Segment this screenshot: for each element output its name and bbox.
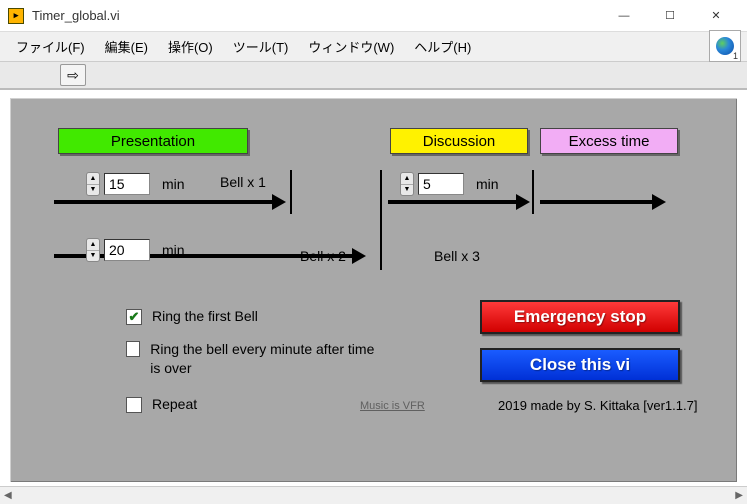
menu-file[interactable]: ファイル(F) [6, 33, 95, 60]
option-repeat: Repeat [126, 396, 197, 413]
menu-window[interactable]: ウィンドウ(W) [298, 33, 404, 60]
ring-first-checkbox[interactable]: ✔ [126, 309, 142, 325]
bell1-spinner[interactable]: ▲▼ [86, 172, 100, 196]
vi-connector-pane-icon[interactable]: 1 [709, 30, 741, 62]
run-arrow-icon: ⇨ [67, 67, 79, 84]
bell2-minutes-control: ▲▼ 20 min [86, 238, 185, 262]
maximize-button[interactable]: ☐ [647, 1, 693, 31]
option-ring-first: ✔ Ring the first Bell [126, 308, 258, 325]
menu-tools[interactable]: ツール(T) [223, 33, 299, 60]
arrow-presentation-bell1 [54, 200, 274, 204]
bell1-label: Bell x 1 [220, 174, 266, 190]
bell2-spinner[interactable]: ▲▼ [86, 238, 100, 262]
phase-excess-label: Excess time [540, 128, 678, 154]
arrow-discussion [388, 200, 518, 204]
globe-badge: 1 [733, 51, 738, 61]
chevron-up-icon: ▲ [87, 239, 99, 251]
phase-discussion-label: Discussion [390, 128, 528, 154]
menu-operate[interactable]: 操作(O) [158, 33, 223, 60]
discussion-unit: min [476, 176, 499, 192]
tick-bell2 [380, 170, 382, 270]
toolbar: ⇨ [0, 62, 747, 90]
bell2-label: Bell x 2 [300, 248, 346, 264]
globe-icon [716, 37, 734, 55]
bell1-minutes-field[interactable]: 15 [104, 173, 150, 195]
scroll-right-icon: ▶ [735, 490, 743, 501]
chevron-up-icon: ▲ [87, 173, 99, 185]
labview-icon: ▸ [8, 8, 24, 24]
discussion-minutes-field[interactable]: 5 [418, 173, 464, 195]
bell2-unit: min [162, 242, 185, 258]
close-vi-button[interactable]: Close this vi [480, 348, 680, 382]
emergency-stop-button[interactable]: Emergency stop [480, 300, 680, 334]
ring-every-minute-checkbox[interactable] [126, 341, 140, 357]
repeat-checkbox[interactable] [126, 397, 142, 413]
phase-presentation-label: Presentation [58, 128, 248, 154]
author-credit: 2019 made by S. Kittaka [ver1.1.7] [498, 398, 697, 413]
ring-every-minute-label: Ring the bell every minute after time is… [150, 340, 386, 378]
ring-first-label: Ring the first Bell [152, 308, 258, 324]
bell1-minutes-control: ▲▼ 15 min [86, 172, 185, 196]
window-buttons: — ☐ ✕ [601, 1, 739, 31]
front-panel: Presentation Discussion Excess time ▲▼ 1… [10, 98, 737, 482]
bell1-unit: min [162, 176, 185, 192]
chevron-down-icon: ▼ [401, 185, 413, 196]
tick-bell3 [532, 170, 534, 214]
repeat-label: Repeat [152, 396, 197, 412]
bell3-label: Bell x 3 [434, 248, 480, 264]
menu-help[interactable]: ヘルプ(H) [404, 33, 481, 60]
chevron-up-icon: ▲ [401, 173, 413, 185]
run-button[interactable]: ⇨ [60, 64, 86, 86]
minimize-button[interactable]: — [601, 1, 647, 31]
window-title: Timer_global.vi [32, 8, 601, 23]
music-credit-link[interactable]: Music is VFR [360, 400, 425, 412]
discussion-spinner[interactable]: ▲▼ [400, 172, 414, 196]
bell2-minutes-field[interactable]: 20 [104, 239, 150, 261]
chevron-down-icon: ▼ [87, 185, 99, 196]
option-ring-every-minute: Ring the bell every minute after time is… [126, 340, 386, 378]
close-window-button[interactable]: ✕ [693, 1, 739, 31]
arrow-excess [540, 200, 654, 204]
horizontal-scrollbar[interactable]: ◀ ▶ [0, 486, 747, 504]
scroll-left-icon: ◀ [4, 490, 12, 501]
menu-edit[interactable]: 編集(E) [95, 33, 158, 60]
title-bar: ▸ Timer_global.vi — ☐ ✕ [0, 0, 747, 32]
menu-bar: ファイル(F) 編集(E) 操作(O) ツール(T) ウィンドウ(W) ヘルプ(… [0, 32, 747, 62]
chevron-down-icon: ▼ [87, 251, 99, 262]
discussion-minutes-control: ▲▼ 5 min [400, 172, 499, 196]
tick-bell1 [290, 170, 292, 214]
